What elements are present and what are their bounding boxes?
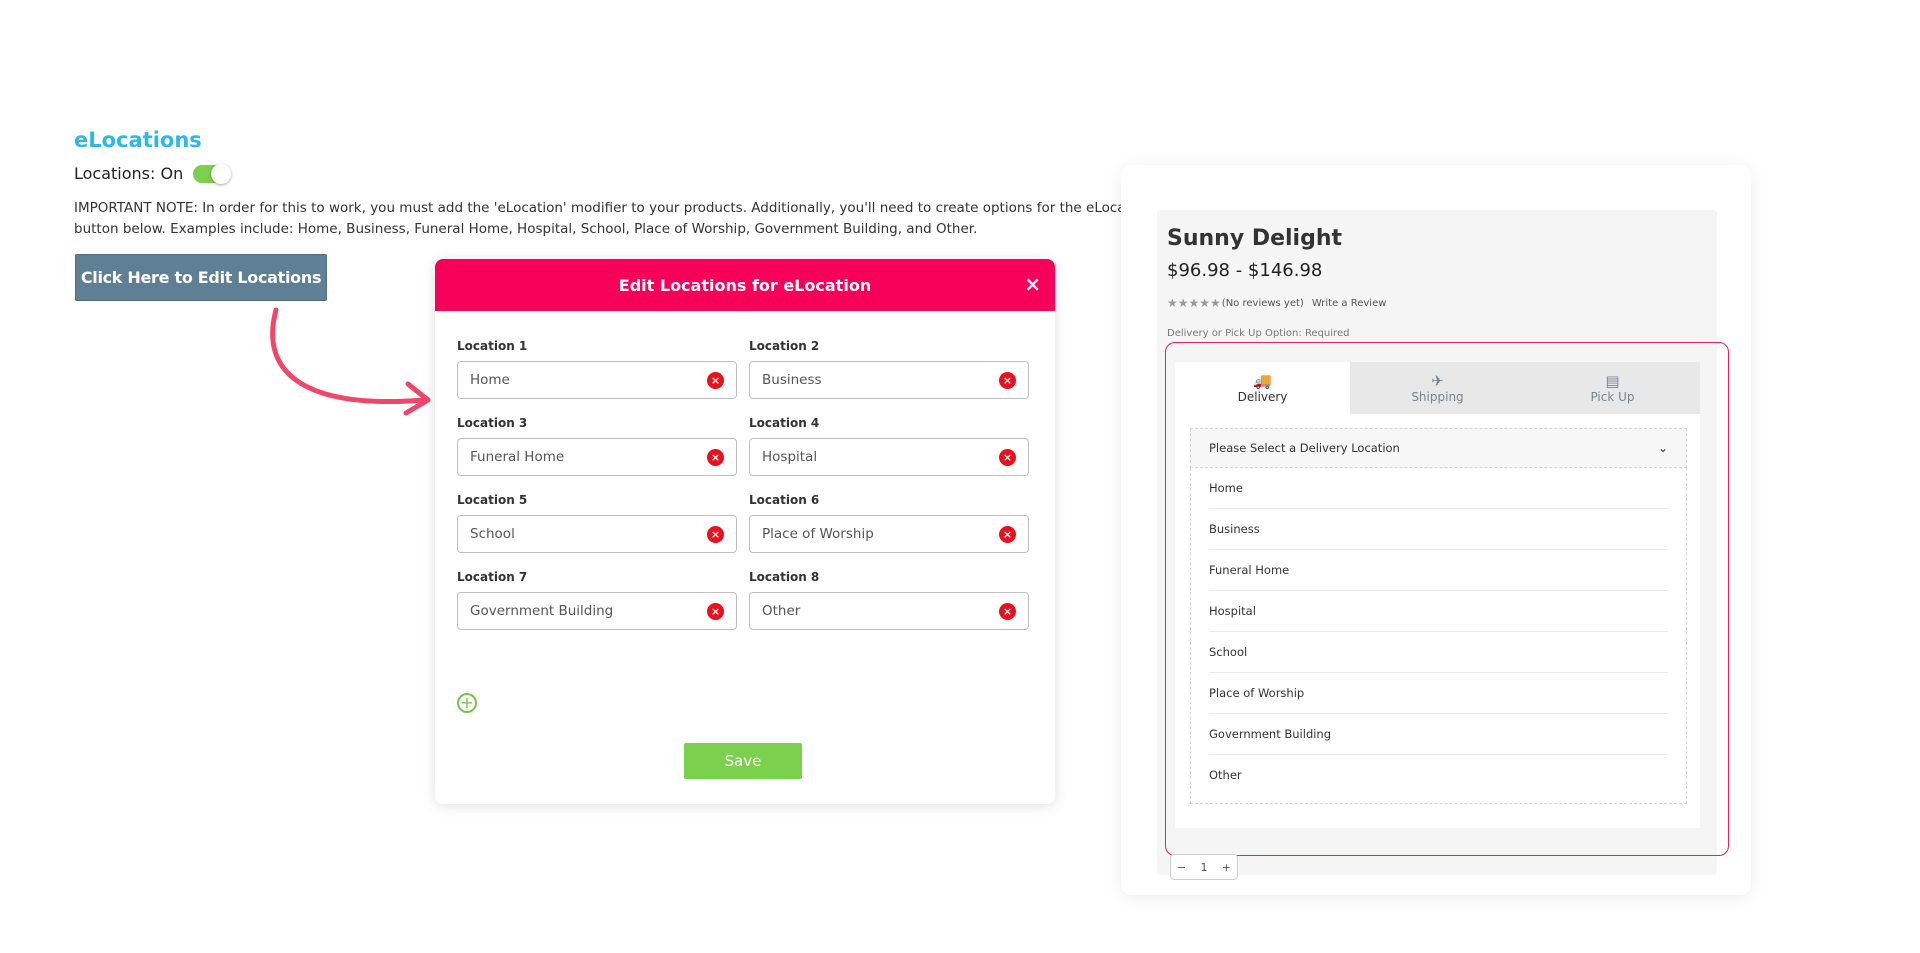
note-line-2: button below. Examples include: Home, Bu… — [74, 221, 978, 237]
remove-location-icon[interactable]: × — [999, 525, 1016, 543]
location-input[interactable]: Funeral Home × — [457, 438, 737, 476]
store-icon: ▤ — [1605, 372, 1620, 390]
list-item[interactable]: Place of Worship — [1209, 673, 1668, 714]
list-item[interactable]: School — [1209, 632, 1668, 673]
reviews-count: (No reviews yet) — [1221, 297, 1304, 309]
location-input-value[interactable]: Hospital — [762, 449, 817, 465]
close-icon[interactable]: × — [1024, 273, 1041, 295]
location-input-value[interactable]: School — [470, 526, 515, 542]
location-label: Location 4 — [749, 416, 820, 430]
option-label-text: Delivery or Pick Up Option: — [1167, 328, 1302, 339]
list-item[interactable]: Funeral Home — [1209, 550, 1668, 591]
locations-toggle[interactable] — [193, 163, 232, 184]
location-field-8: Location 8 Other × — [749, 570, 1029, 647]
location-input[interactable]: Other × — [749, 592, 1029, 630]
location-input[interactable]: School × — [457, 515, 737, 553]
location-input[interactable]: Home × — [457, 361, 737, 399]
location-input[interactable]: Business × — [749, 361, 1029, 399]
fulfillment-tabs: 🚚 Delivery ✈ Shipping ▤ Pick Up — [1175, 362, 1700, 414]
minus-icon[interactable]: − — [1177, 861, 1186, 874]
tab-label: Pick Up — [1590, 390, 1635, 404]
locations-toggle-row: Locations: On — [74, 163, 232, 184]
select-placeholder: Please Select a Delivery Location — [1209, 441, 1400, 455]
tab-delivery[interactable]: 🚚 Delivery — [1175, 362, 1350, 414]
plus-icon[interactable]: + — [1222, 861, 1231, 874]
modal-header: Edit Locations for eLocation × — [435, 259, 1055, 311]
location-label: Location 3 — [457, 416, 528, 430]
remove-location-icon[interactable]: × — [707, 448, 724, 466]
location-label: Location 8 — [749, 570, 820, 584]
location-label: Location 2 — [749, 339, 820, 353]
product-price: $96.98 - $146.98 — [1167, 260, 1323, 281]
quantity-value[interactable]: 1 — [1201, 861, 1208, 874]
location-field-4: Location 4 Hospital × — [749, 416, 1029, 493]
location-field-5: Location 5 School × — [457, 493, 749, 570]
location-input-value[interactable]: Government Building — [470, 603, 613, 619]
location-input-value[interactable]: Place of Worship — [762, 526, 874, 542]
remove-location-icon[interactable]: × — [999, 602, 1016, 620]
location-label: Location 1 — [457, 339, 528, 353]
toggle-knob[interactable] — [211, 163, 232, 184]
location-input-value[interactable]: Funeral Home — [470, 449, 564, 465]
list-item[interactable]: Hospital — [1209, 591, 1668, 632]
location-field-7: Location 7 Government Building × — [457, 570, 749, 647]
curved-arrow-icon — [270, 307, 431, 416]
location-label: Location 6 — [749, 493, 820, 507]
important-note: IMPORTANT NOTE: In order for this to wor… — [74, 198, 1204, 240]
location-input[interactable]: Government Building × — [457, 592, 737, 630]
plane-icon: ✈ — [1431, 372, 1444, 390]
list-item[interactable]: Other — [1209, 755, 1668, 795]
tab-pick-up[interactable]: ▤ Pick Up — [1525, 362, 1700, 414]
delivery-location-select[interactable]: Please Select a Delivery Location ⌄ — [1190, 428, 1687, 468]
location-input-value[interactable]: Other — [762, 603, 800, 619]
remove-location-icon[interactable]: × — [999, 371, 1016, 389]
rating-row: ★★★★★ (No reviews yet) Write a Review — [1167, 296, 1386, 310]
modal-title: Edit Locations for eLocation — [618, 275, 872, 295]
chevron-down-icon: ⌄ — [1657, 441, 1668, 455]
location-field-2: Location 2 Business × — [749, 339, 1029, 416]
list-item[interactable]: Home — [1209, 468, 1668, 509]
remove-location-icon[interactable]: × — [707, 602, 724, 620]
edit-locations-modal: Edit Locations for eLocation × Location … — [435, 259, 1055, 804]
list-item[interactable]: Government Building — [1209, 714, 1668, 755]
location-field-1: Location 1 Home × — [457, 339, 749, 416]
tab-label: Shipping — [1411, 390, 1464, 404]
save-button[interactable]: Save — [684, 743, 802, 779]
location-input-value[interactable]: Home — [470, 372, 510, 388]
product-title: Sunny Delight — [1167, 226, 1343, 251]
truck-icon: 🚚 — [1253, 372, 1272, 390]
remove-location-icon[interactable]: × — [707, 371, 724, 389]
tab-shipping[interactable]: ✈ Shipping — [1350, 362, 1525, 414]
location-label: Location 5 — [457, 493, 528, 507]
write-review-link[interactable]: Write a Review — [1312, 298, 1387, 309]
edit-locations-button[interactable]: Click Here to Edit Locations — [75, 254, 327, 301]
remove-location-icon[interactable]: × — [999, 448, 1016, 466]
location-input[interactable]: Place of Worship × — [749, 515, 1029, 553]
tab-label: Delivery — [1237, 390, 1288, 404]
quantity-stepper[interactable]: − 1 + — [1170, 854, 1238, 880]
location-field-3: Location 3 Funeral Home × — [457, 416, 749, 493]
locations-toggle-label: Locations: On — [74, 164, 184, 183]
location-input-value[interactable]: Business — [762, 372, 822, 388]
option-required: Required — [1304, 328, 1350, 339]
location-label: Location 7 — [457, 570, 528, 584]
locations-grid: Location 1 Home × Location 2 Business × … — [457, 339, 1033, 647]
note-line-1: IMPORTANT NOTE: In order for this to wor… — [74, 200, 1204, 216]
location-field-6: Location 6 Place of Worship × — [749, 493, 1029, 570]
stars: ★★★★★ — [1167, 296, 1221, 310]
remove-location-icon[interactable]: × — [707, 525, 724, 543]
delivery-location-list: Home Business Funeral Home Hospital Scho… — [1190, 468, 1687, 804]
location-input[interactable]: Hospital × — [749, 438, 1029, 476]
add-location-icon[interactable]: + — [457, 693, 477, 713]
list-item[interactable]: Business — [1209, 509, 1668, 550]
option-label: Delivery or Pick Up Option: Required — [1167, 328, 1349, 339]
star-rating-icon: ★★★★★ — [1167, 296, 1222, 310]
section-title: eLocations — [74, 128, 202, 152]
